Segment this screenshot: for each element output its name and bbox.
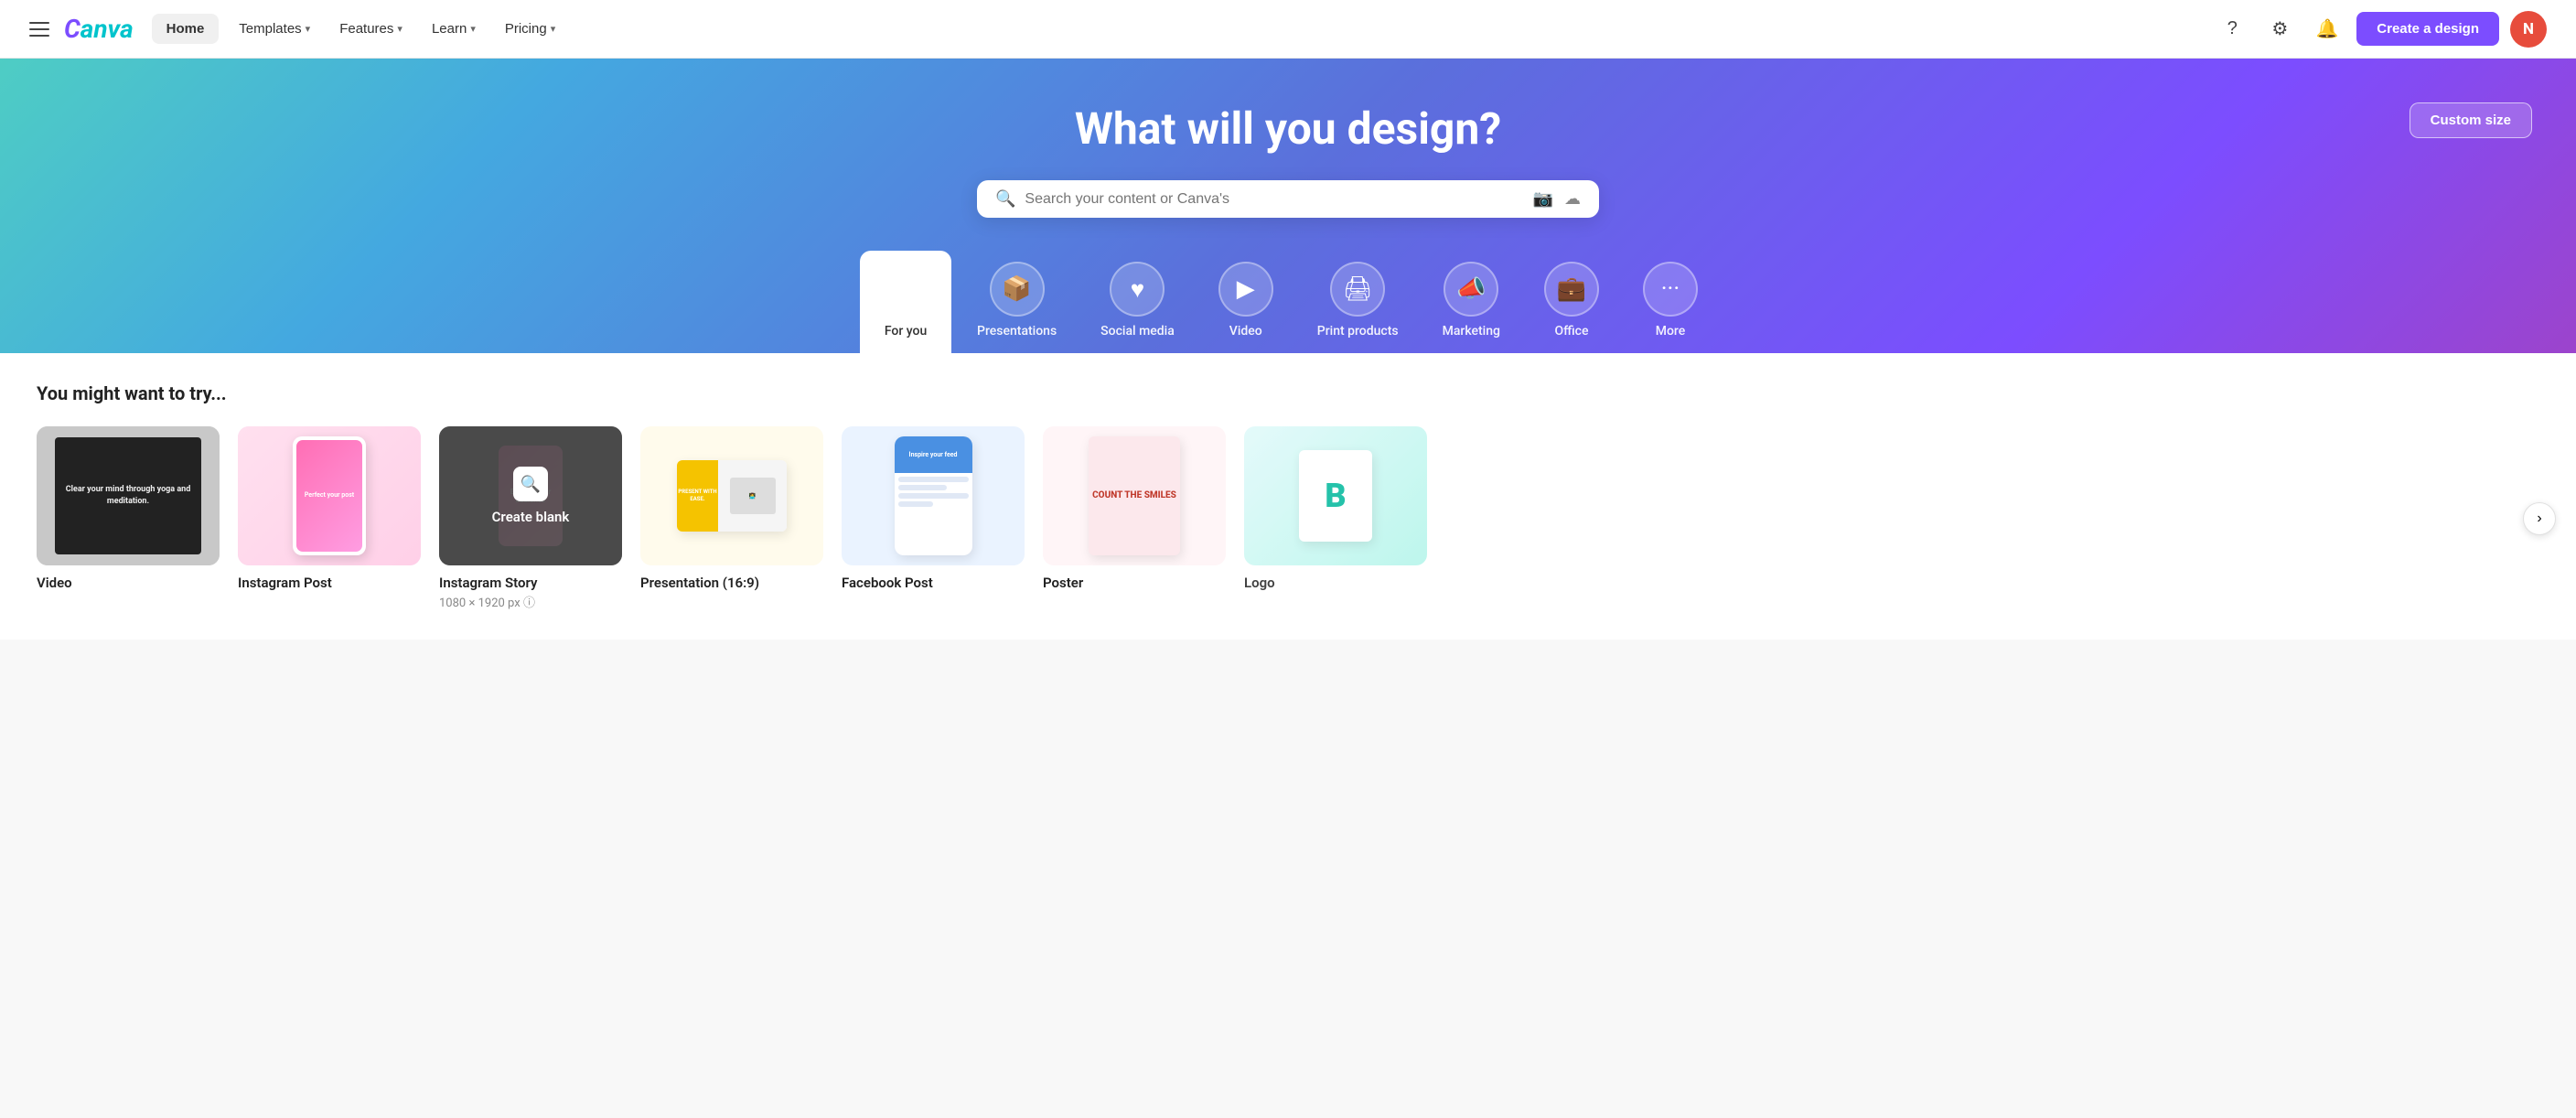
- chevron-down-icon: ▾: [306, 23, 311, 35]
- navbar-right: ? ⚙ 🔔 Create a design N: [2214, 11, 2547, 48]
- category-video[interactable]: ▶ Video: [1200, 251, 1292, 353]
- help-button[interactable]: ?: [2214, 11, 2250, 48]
- marketing-icon: 📣: [1444, 262, 1498, 317]
- navbar: Canva Home Templates ▾ Features ▾ Learn …: [0, 0, 2576, 59]
- category-more[interactable]: ··· More: [1625, 251, 1716, 353]
- social-media-icon: ♥: [1110, 262, 1165, 317]
- search-bar: 🔍 📷 ☁: [977, 180, 1599, 218]
- card-label: Presentation (16:9): [640, 575, 823, 591]
- chevron-down-icon: ▾: [470, 23, 476, 35]
- create-blank-label: Create blank: [492, 509, 570, 525]
- hero-title: What will you design?: [29, 102, 2547, 155]
- category-label: Marketing: [1443, 324, 1500, 339]
- notifications-button[interactable]: 🔔: [2309, 11, 2345, 48]
- category-label: Office: [1554, 324, 1588, 339]
- category-label: Presentations: [977, 324, 1057, 339]
- print-products-icon: 🖨: [1330, 262, 1385, 317]
- home-button[interactable]: Home: [152, 14, 220, 44]
- category-label: For you: [885, 324, 927, 339]
- cards-row: Clear your mind through yoga and meditat…: [37, 426, 2539, 610]
- category-for-you[interactable]: ✦ For you: [860, 251, 951, 353]
- upload-icon[interactable]: ☁: [1564, 189, 1581, 209]
- search-icon: 🔍: [513, 467, 548, 501]
- main-content: You might want to try... Clear your mind…: [0, 353, 2576, 640]
- card-video[interactable]: Clear your mind through yoga and meditat…: [37, 426, 220, 610]
- category-label: Print products: [1317, 324, 1399, 339]
- card-label: Instagram Post: [238, 575, 421, 591]
- more-icon: ···: [1643, 262, 1698, 317]
- card-label: Logo: [1244, 575, 1427, 591]
- hero-section: Custom size What will you design? 🔍 📷 ☁ …: [0, 59, 2576, 353]
- category-social-media[interactable]: ♥ Social media: [1082, 251, 1193, 353]
- card-presentation[interactable]: PRESENT WITH EASE. 👩‍💻 Presentation (16:…: [640, 426, 823, 610]
- card-instagram-story[interactable]: Engage your audience 🔍 Create blank Inst…: [439, 426, 622, 610]
- search-right-icons: 📷 ☁: [1533, 189, 1581, 209]
- settings-button[interactable]: ⚙: [2261, 11, 2298, 48]
- presentations-icon: 📦: [990, 262, 1045, 317]
- category-label: More: [1656, 324, 1686, 339]
- canva-logo[interactable]: Canva: [64, 14, 134, 44]
- search-input[interactable]: [1025, 191, 1523, 208]
- chevron-down-icon: ▾: [551, 23, 556, 35]
- card-poster[interactable]: COUNT THE SMILES Poster: [1043, 426, 1226, 610]
- category-presentations[interactable]: 📦 Presentations: [959, 251, 1075, 353]
- video-icon: ▶: [1218, 262, 1273, 317]
- card-instagram-post[interactable]: Perfect your post Instagram Post: [238, 426, 421, 610]
- category-marketing[interactable]: 📣 Marketing: [1424, 251, 1519, 353]
- card-logo[interactable]: B Logo: [1244, 426, 1427, 610]
- search-icon: 🔍: [995, 189, 1015, 209]
- hamburger-menu[interactable]: [29, 22, 49, 37]
- custom-size-button[interactable]: Custom size: [2410, 102, 2532, 138]
- nav-learn[interactable]: Learn ▾: [419, 14, 488, 44]
- nav-templates[interactable]: Templates ▾: [226, 14, 323, 44]
- avatar[interactable]: N: [2510, 11, 2547, 48]
- search-bar-wrapper: 🔍 📷 ☁: [29, 180, 2547, 218]
- nav-features[interactable]: Features ▾: [327, 14, 415, 44]
- card-label: Facebook Post: [842, 575, 1025, 591]
- category-print-products[interactable]: 🖨 Print products: [1299, 251, 1417, 353]
- category-label: Video: [1229, 324, 1262, 339]
- category-label: Social media: [1100, 324, 1175, 339]
- card-label: Instagram Story: [439, 575, 622, 591]
- next-arrow-button[interactable]: ›: [2523, 502, 2556, 535]
- card-label: Video: [37, 575, 220, 591]
- card-sublabel: 1080 × 1920 px ⓘ: [439, 593, 622, 610]
- office-icon: 💼: [1544, 262, 1599, 317]
- card-label: Poster: [1043, 575, 1226, 591]
- for-you-icon: ✦: [878, 262, 933, 317]
- category-row: ✦ For you 📦 Presentations ♥ Social media…: [29, 251, 2547, 353]
- category-office[interactable]: 💼 Office: [1526, 251, 1617, 353]
- nav-items: Templates ▾ Features ▾ Learn ▾ Pricing ▾: [226, 14, 568, 44]
- create-design-button[interactable]: Create a design: [2356, 12, 2499, 46]
- nav-pricing[interactable]: Pricing ▾: [492, 14, 568, 44]
- section-title: You might want to try...: [37, 382, 2539, 404]
- camera-icon[interactable]: 📷: [1533, 189, 1553, 209]
- logo-letter: B: [1325, 477, 1346, 515]
- chevron-down-icon: ▾: [397, 23, 402, 35]
- cards-wrapper: Clear your mind through yoga and meditat…: [37, 426, 2539, 610]
- card-facebook-post[interactable]: Inspire your feed Facebook Post: [842, 426, 1025, 610]
